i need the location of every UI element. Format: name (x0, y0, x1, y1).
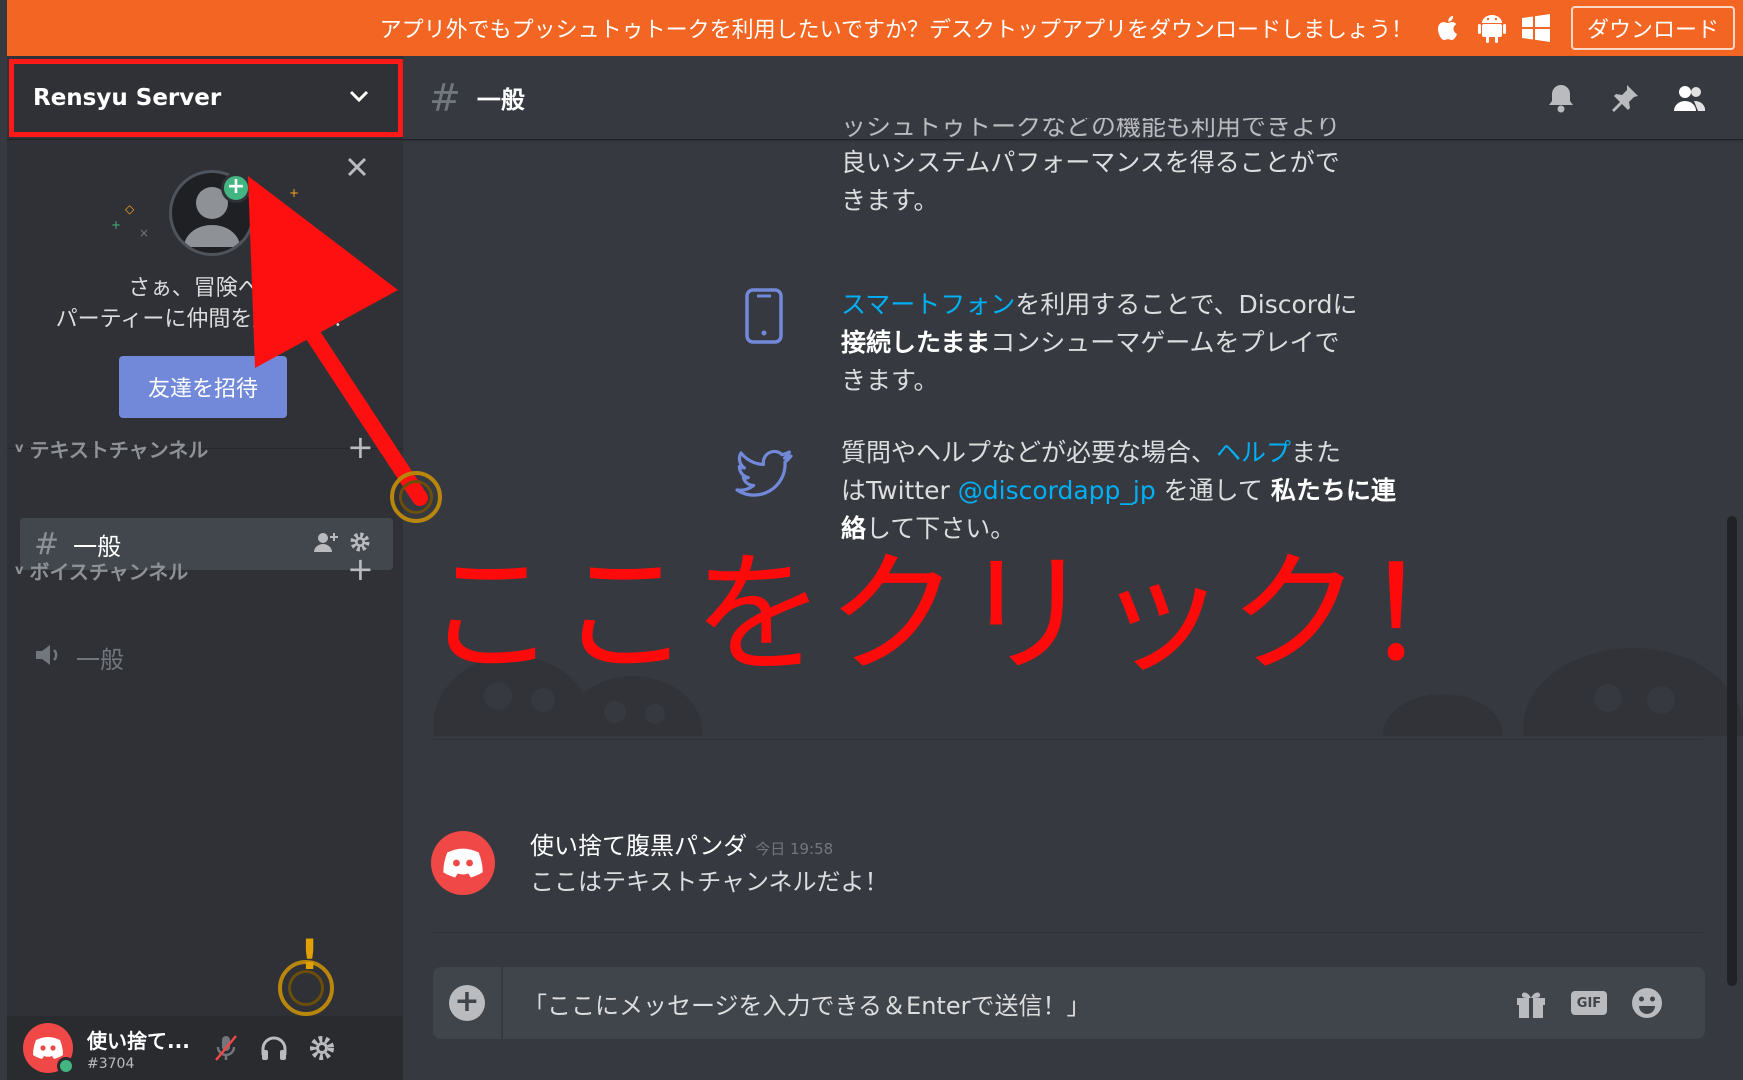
discord-window: アプリ外でもプッシュトゥトークを利用したいですか？デスクトップアプリをダウンロー… (0, 0, 1743, 1080)
exclamation-icon: ! (300, 930, 320, 979)
annotation-text: ここをクリック！ (425, 538, 1497, 692)
